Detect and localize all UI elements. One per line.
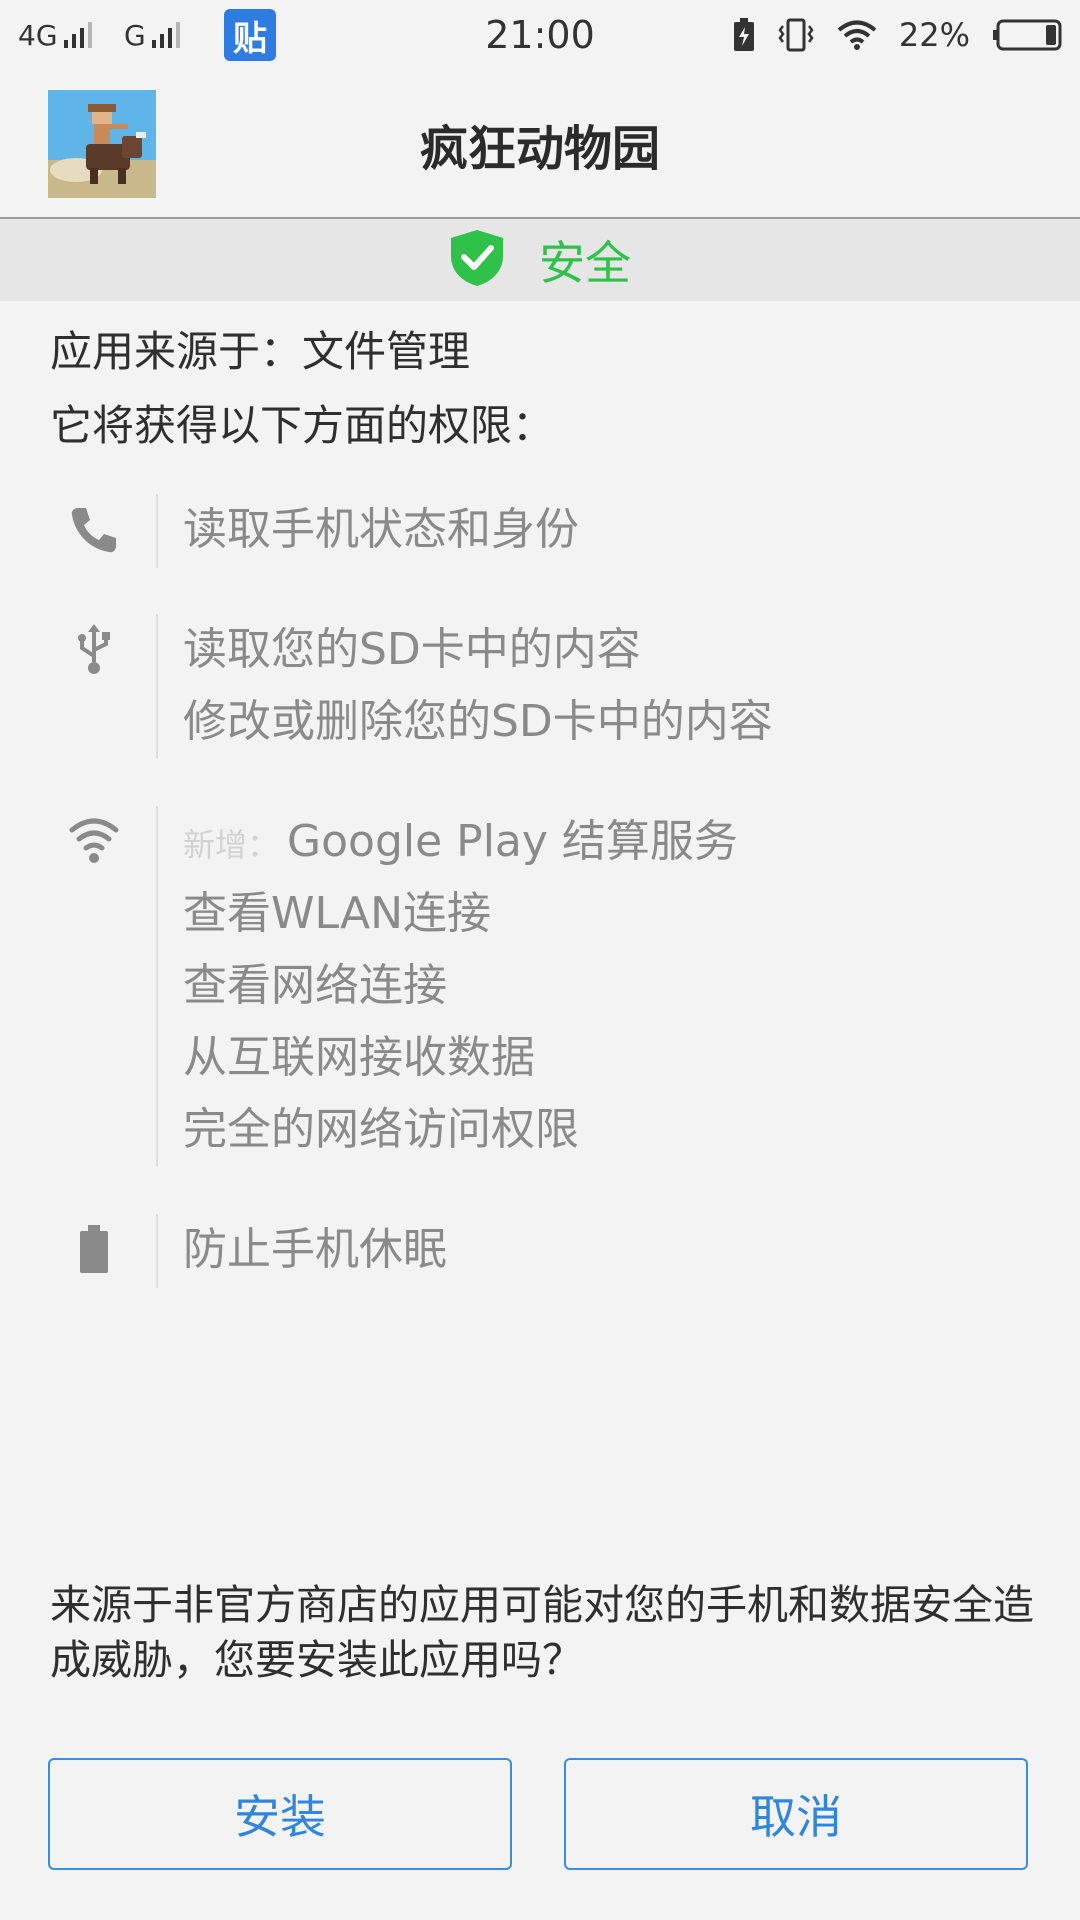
permission-item: 查看WLAN连接 xyxy=(183,888,492,939)
permission-item: 新增： Google Play 结算服务 xyxy=(183,806,738,878)
vibrate-icon xyxy=(777,18,815,52)
battery-icon xyxy=(992,19,1062,51)
battery-saver-icon xyxy=(733,18,755,52)
permission-divider xyxy=(156,494,158,568)
permission-item: 完全的网络访问权限 xyxy=(183,1104,579,1155)
permission-lines: 读取手机状态和身份 xyxy=(183,494,579,566)
permission-item: 从互联网接收数据 xyxy=(183,1032,535,1083)
permission-item: 查看网络连接 xyxy=(183,960,447,1011)
permission-lines: 读取您的SD卡中的内容 修改或删除您的SD卡中的内容 xyxy=(183,614,773,758)
app-header: 疯狂动物园 xyxy=(0,70,1080,219)
permission-item: 防止手机休眠 xyxy=(183,1224,447,1275)
status-bar: 4G G 贴 21:00 22% xyxy=(0,0,1080,70)
permission-divider xyxy=(156,806,158,1166)
permission-divider xyxy=(156,1214,158,1288)
permission-lines: 新增： Google Play 结算服务 查看WLAN连接 查看网络连接 从互联网… xyxy=(183,806,738,1166)
security-warning-text: 来源于非官方商店的应用可能对您的手机和数据安全造成威胁，您要安装此应用吗？ xyxy=(50,1581,1034,1684)
status-right-group: 22% xyxy=(733,0,1062,70)
permission-item-text: Google Play 结算服务 xyxy=(287,816,738,867)
shield-check-icon xyxy=(449,228,505,292)
permission-lines: 防止手机休眠 xyxy=(183,1214,447,1286)
battery-icon xyxy=(66,1222,122,1278)
phone-icon xyxy=(66,502,122,558)
usb-icon xyxy=(66,622,122,678)
battery-percent: 22% xyxy=(898,16,970,54)
app-title: 疯狂动物园 xyxy=(419,120,660,177)
permission-item: 读取手机状态和身份 xyxy=(183,504,579,555)
safety-label: 安全 xyxy=(539,236,631,290)
permission-item: 修改或删除您的SD卡中的内容 xyxy=(183,696,773,747)
wifi-icon xyxy=(66,814,122,870)
install-button[interactable]: 安装 xyxy=(48,1758,512,1870)
new-tag: 新增： xyxy=(183,826,280,864)
cancel-button[interactable]: 取消 xyxy=(564,1758,1028,1870)
wifi-icon xyxy=(837,19,877,51)
permission-divider xyxy=(156,614,158,758)
permission-item: 读取您的SD卡中的内容 xyxy=(183,624,641,675)
permissions-intro-text: 它将获得以下方面的权限： xyxy=(50,401,555,450)
app-icon xyxy=(48,90,156,198)
safety-status-bar: 安全 xyxy=(0,219,1080,301)
app-source-text: 应用来源于：文件管理 xyxy=(50,327,471,376)
